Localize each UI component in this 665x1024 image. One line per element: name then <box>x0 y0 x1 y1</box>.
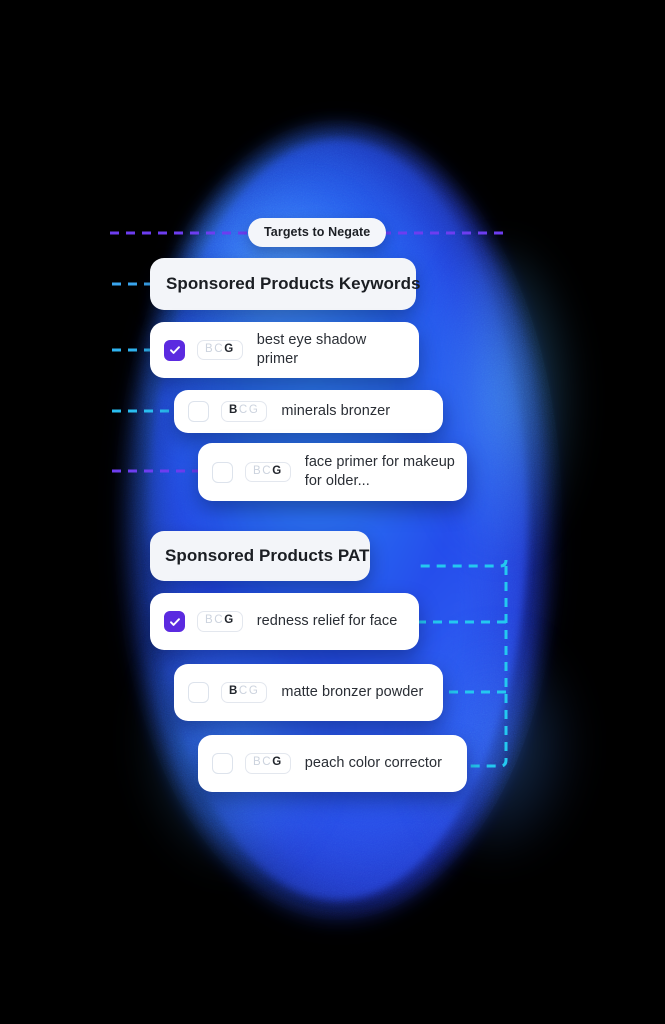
target-row[interactable]: BCG best eye shadow primer <box>150 322 419 378</box>
match-type-b: B <box>205 614 215 627</box>
match-type-g: G <box>224 342 235 355</box>
match-type-badge[interactable]: BCG <box>221 682 268 703</box>
row-checkbox[interactable] <box>188 401 209 422</box>
target-row[interactable]: BCG minerals bronzer <box>174 390 443 433</box>
target-label: redness relief for face <box>256 613 398 629</box>
match-type-g: G <box>248 685 260 698</box>
match-type-badge[interactable]: BCG <box>221 401 268 422</box>
group-header-sponsored-products-pat[interactable]: Sponsored Products PAT <box>150 531 370 581</box>
match-type-g: G <box>272 464 283 477</box>
check-icon <box>169 346 180 354</box>
target-label: face primer for makeup for older... <box>304 454 455 489</box>
match-type-badge[interactable]: BCG <box>245 461 291 483</box>
target-label: best eye shadow primer <box>256 332 367 367</box>
row-checkbox[interactable] <box>188 682 209 703</box>
match-type-b: B <box>253 464 263 477</box>
match-type-g: G <box>224 614 235 627</box>
match-type-c: C <box>262 756 273 769</box>
target-label: minerals bronzer <box>281 403 391 419</box>
match-type-g: G <box>272 756 283 769</box>
match-type-c: C <box>262 464 273 477</box>
canvas-background: Targets to Negate Sponsored Products Key… <box>0 0 665 1024</box>
match-type-b: B <box>229 685 239 698</box>
match-type-badge[interactable]: BCG <box>197 339 243 361</box>
target-label: peach color corrector <box>304 755 442 771</box>
target-row[interactable]: BCG redness relief for face <box>150 593 419 650</box>
row-checkbox[interactable] <box>212 753 233 774</box>
target-label: matte bronzer powder <box>281 684 424 700</box>
row-checkbox[interactable] <box>164 611 185 632</box>
match-type-c: C <box>214 614 225 627</box>
match-type-c: C <box>238 685 249 698</box>
match-type-c: C <box>238 404 249 417</box>
target-row[interactable]: BCG face primer for makeup for older... <box>198 443 467 501</box>
group-header-label: Sponsored Products PAT <box>165 546 370 565</box>
match-type-badge[interactable]: BCG <box>245 753 291 774</box>
match-type-b: B <box>205 342 215 355</box>
match-type-c: C <box>214 342 225 355</box>
match-type-g: G <box>248 404 260 417</box>
check-icon <box>169 617 180 626</box>
match-type-b: B <box>229 404 239 417</box>
row-checkbox[interactable] <box>212 461 233 483</box>
match-type-b: B <box>253 756 263 769</box>
row-checkbox[interactable] <box>164 339 185 361</box>
group-header-label: Sponsored Products Keywords <box>166 274 421 293</box>
target-row[interactable]: BCG matte bronzer powder <box>174 664 443 721</box>
group-header-sponsored-products-keywords[interactable]: Sponsored Products Keywords <box>150 258 420 310</box>
match-type-badge[interactable]: BCG <box>197 611 243 632</box>
targets-to-negate-badge: Targets to Negate <box>248 218 387 247</box>
target-row[interactable]: BCG peach color corrector <box>198 735 467 792</box>
